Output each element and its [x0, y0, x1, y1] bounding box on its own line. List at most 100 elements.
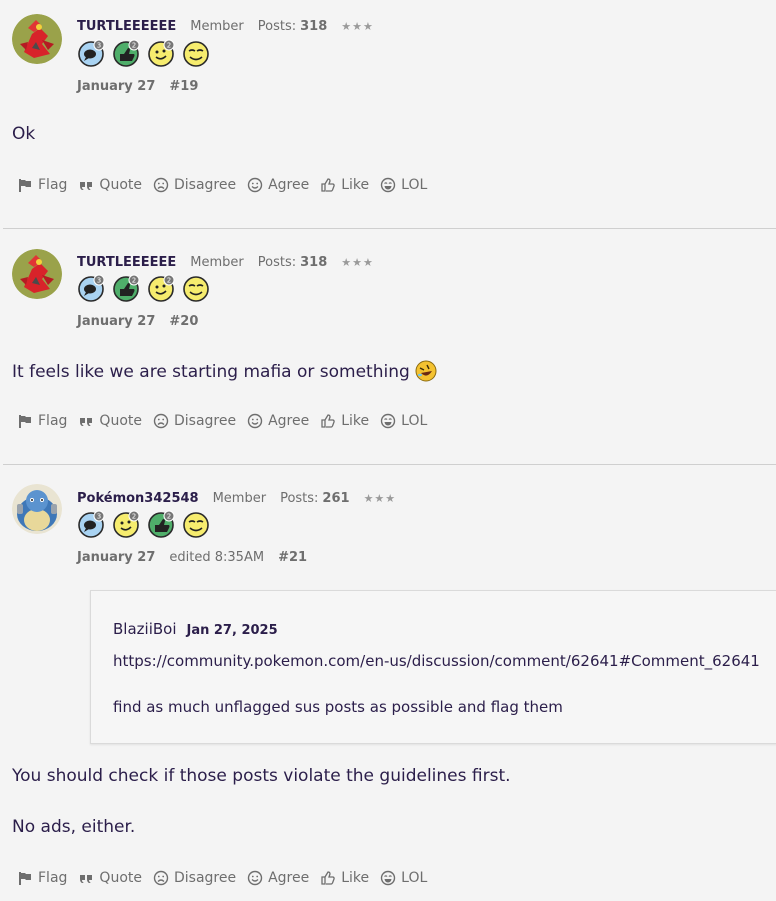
thumbs-up-badge-icon[interactable]: 2 — [112, 39, 140, 67]
badge-count: 2 — [132, 513, 136, 521]
flag-button[interactable]: Flag — [17, 177, 67, 193]
rank-stars: ★★★ — [363, 492, 397, 505]
post-actions: Flag Quote Disagree Agree Like LOL — [17, 413, 427, 429]
username[interactable]: TURTLEEEEEE — [77, 255, 176, 270]
badge-count: 2 — [132, 277, 136, 285]
post-divider — [3, 464, 776, 465]
posts-count: 261 — [322, 491, 350, 506]
quote-button[interactable]: Quote — [78, 870, 142, 886]
lol-button[interactable]: LOL — [380, 413, 427, 429]
rank-stars: ★★★ — [341, 20, 374, 33]
post-body: It feels like we are starting mafia or s… — [12, 360, 437, 382]
wink-badge-icon[interactable] — [182, 274, 210, 302]
rank-stars: ★★★ — [341, 256, 374, 269]
badge-row: 3 2 2 — [77, 510, 210, 538]
user-role: Member — [212, 491, 267, 506]
quote-username[interactable]: BlaziiBoi — [113, 620, 177, 638]
disagree-label: Disagree — [173, 870, 237, 886]
post-body-text: It feels like we are starting mafia or s… — [12, 362, 410, 382]
agree-icon — [247, 177, 263, 193]
disagree-icon — [153, 870, 169, 886]
lol-button[interactable]: LOL — [380, 177, 427, 193]
edited-label: edited 8:35AM — [169, 550, 265, 565]
avatar[interactable] — [12, 249, 62, 299]
wink-badge-icon[interactable] — [182, 510, 210, 538]
rofl-emoji-icon — [415, 360, 437, 382]
flag-label: Flag — [38, 177, 68, 193]
disagree-button[interactable]: Disagree — [153, 177, 236, 193]
quote-button[interactable]: Quote — [78, 413, 142, 429]
lol-icon — [380, 870, 396, 886]
post-number[interactable]: #21 — [278, 550, 307, 565]
avatar[interactable] — [12, 484, 62, 534]
scizor-avatar-icon — [12, 14, 62, 64]
like-button[interactable]: Like — [320, 177, 369, 193]
post-number[interactable]: #19 — [169, 79, 198, 94]
disagree-button[interactable]: Disagree — [153, 413, 236, 429]
post-actions: Flag Quote Disagree Agree Like LOL — [17, 870, 427, 886]
disagree-label: Disagree — [173, 413, 237, 429]
smile-badge-icon[interactable]: 2 — [147, 39, 175, 67]
post-number[interactable]: #20 — [169, 314, 198, 329]
like-button[interactable]: Like — [320, 413, 369, 429]
flag-button[interactable]: Flag — [17, 413, 67, 429]
post-date[interactable]: January 27 — [77, 550, 155, 565]
post-date[interactable]: January 27 — [77, 314, 155, 329]
badge-count: 2 — [167, 42, 171, 50]
badge-count: 3 — [97, 277, 101, 285]
smile-badge-icon[interactable]: 2 — [147, 274, 175, 302]
like-icon — [321, 178, 336, 192]
lol-label: LOL — [401, 413, 428, 429]
like-button[interactable]: Like — [320, 870, 369, 886]
quote-icon — [80, 875, 93, 883]
thumbs-up-badge-icon[interactable]: 2 — [112, 274, 140, 302]
quote-link[interactable]: https://community.pokemon.com/en-us/disc… — [113, 652, 760, 670]
quote-button[interactable]: Quote — [78, 177, 142, 193]
smile-badge-icon[interactable]: 2 — [112, 510, 140, 538]
comment-badge-icon[interactable]: 3 — [77, 510, 105, 538]
like-label: Like — [341, 177, 370, 193]
like-label: Like — [341, 870, 370, 886]
quote-icon — [80, 418, 93, 426]
badge-count: 3 — [97, 513, 101, 521]
disagree-button[interactable]: Disagree — [153, 870, 236, 886]
posts-count: 318 — [300, 19, 328, 34]
like-label: Like — [341, 413, 370, 429]
badge-count: 2 — [132, 42, 136, 50]
username[interactable]: TURTLEEEEEE — [77, 19, 176, 34]
post-actions: Flag Quote Disagree Agree Like LOL — [17, 177, 427, 193]
disagree-label: Disagree — [173, 177, 237, 193]
quote-text: find as much unflagged sus posts as poss… — [113, 698, 563, 716]
avatar[interactable] — [12, 14, 62, 64]
wink-badge-icon[interactable] — [182, 39, 210, 67]
flag-icon — [19, 179, 31, 192]
posts-label: Posts: — [257, 19, 297, 34]
flag-icon — [19, 415, 31, 428]
lol-button[interactable]: LOL — [380, 870, 427, 886]
username[interactable]: Pokémon342548 — [77, 491, 199, 506]
blockquote: BlaziiBoi Jan 27, 2025 https://community… — [90, 590, 776, 744]
comment-badge-icon[interactable]: 3 — [77, 274, 105, 302]
post-date[interactable]: January 27 — [77, 79, 155, 94]
agree-button[interactable]: Agree — [247, 413, 309, 429]
user-role: Member — [190, 19, 244, 34]
flag-label: Flag — [38, 413, 68, 429]
quote-label: Quote — [99, 177, 142, 193]
agree-button[interactable]: Agree — [247, 870, 309, 886]
agree-label: Agree — [268, 177, 310, 193]
badge-count: 3 — [97, 42, 101, 50]
like-icon — [321, 871, 336, 885]
quote-label: Quote — [99, 870, 142, 886]
posts-count: 318 — [300, 255, 328, 270]
flag-button[interactable]: Flag — [17, 870, 67, 886]
lol-icon — [380, 413, 396, 429]
agree-icon — [247, 870, 263, 886]
agree-button[interactable]: Agree — [247, 177, 309, 193]
agree-label: Agree — [268, 870, 310, 886]
lol-label: LOL — [401, 177, 428, 193]
quote-label: Quote — [99, 413, 142, 429]
lol-icon — [380, 177, 396, 193]
disagree-icon — [153, 177, 169, 193]
comment-badge-icon[interactable]: 3 — [77, 39, 105, 67]
thumbs-up-badge-icon[interactable]: 2 — [147, 510, 175, 538]
